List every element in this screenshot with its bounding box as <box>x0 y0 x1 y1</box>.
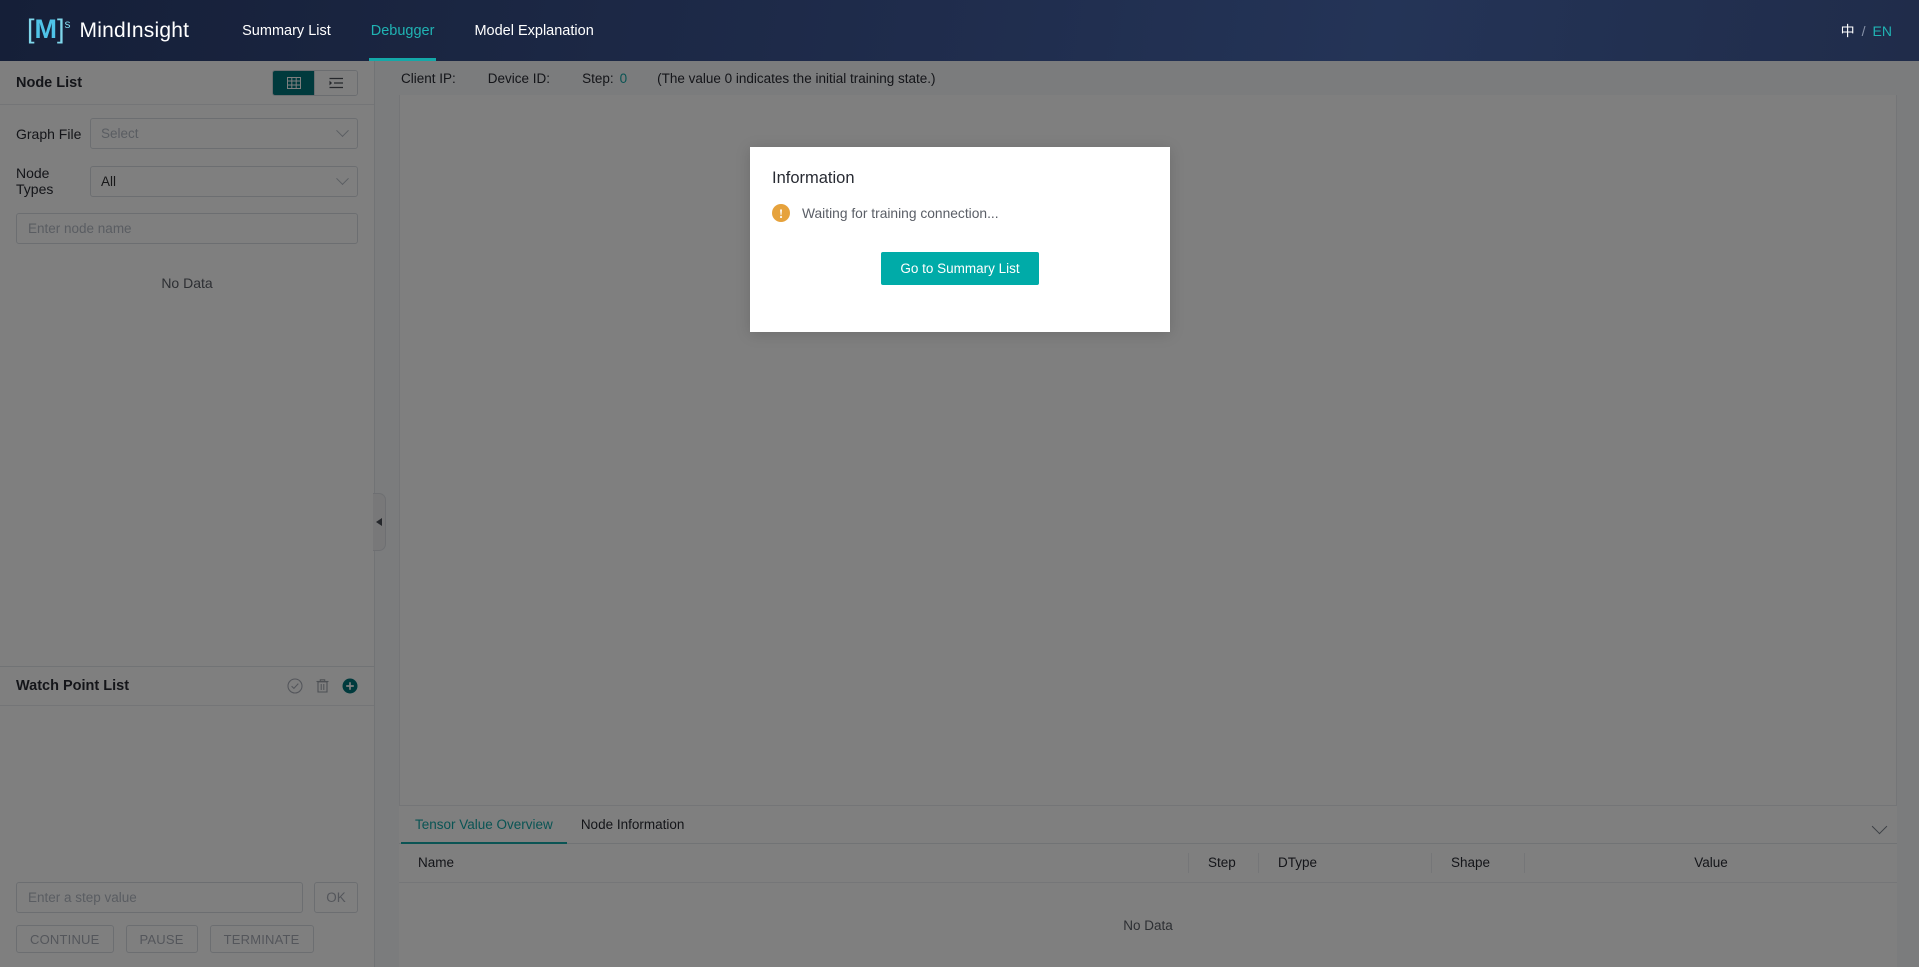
modal-title: Information <box>750 147 1170 188</box>
nav-item-summary-list[interactable]: Summary List <box>222 0 351 61</box>
logo-superscript: s <box>65 17 71 31</box>
logo-bracket-right: ] <box>57 14 65 44</box>
modal-message: Waiting for training connection... <box>802 206 999 221</box>
lang-separator: / <box>1862 23 1866 39</box>
go-to-summary-list-button[interactable]: Go to Summary List <box>881 252 1038 285</box>
app-root: [M]s MindInsight Summary List Debugger M… <box>0 0 1919 967</box>
mindinsight-logo-icon: [M]s <box>27 16 71 43</box>
nav-item-debugger[interactable]: Debugger <box>351 0 455 61</box>
main-nav: Summary List Debugger Model Explanation <box>222 0 614 61</box>
warning-icon: ! <box>772 204 790 222</box>
logo-letter: M <box>35 14 58 44</box>
lang-zh[interactable]: 中 <box>1841 21 1855 41</box>
modal-message-row: ! Waiting for training connection... <box>750 188 1170 222</box>
nav-item-model-explanation[interactable]: Model Explanation <box>454 0 613 61</box>
modal-actions: Go to Summary List <box>750 252 1170 285</box>
brand-name: MindInsight <box>80 19 190 43</box>
lang-en[interactable]: EN <box>1873 23 1892 39</box>
language-switcher: 中 / EN <box>1841 0 1892 61</box>
app-header: [M]s MindInsight Summary List Debugger M… <box>0 0 1919 61</box>
information-modal: Information ! Waiting for training conne… <box>750 147 1170 332</box>
brand[interactable]: [M]s MindInsight <box>27 17 189 44</box>
logo-bracket-left: [ <box>27 14 35 44</box>
